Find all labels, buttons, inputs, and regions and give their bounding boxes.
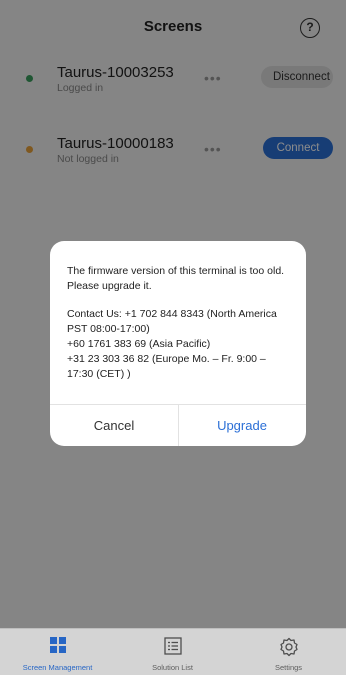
contact-line: PST 08:00-17:00)	[67, 323, 150, 335]
contact-line: +60 1761 383 69 (Asia Pacific)	[67, 338, 211, 350]
dialog-message: The firmware version of this terminal is…	[67, 265, 285, 292]
contact-line: +31 23 303 36 82 (Europe Mo. – Fr. 9:00 …	[67, 353, 266, 365]
firmware-upgrade-dialog: The firmware version of this terminal is…	[50, 241, 306, 446]
contact-line: Contact Us: +1 702 844 8343 (North Ameri…	[67, 308, 277, 320]
modal-overlay-lower	[0, 628, 346, 675]
cancel-button[interactable]: Cancel	[50, 405, 178, 446]
upgrade-button[interactable]: Upgrade	[178, 405, 306, 446]
contact-line: 17:30 (CET) )	[67, 368, 131, 380]
contact-info: Contact Us: +1 702 844 8343 (North Ameri…	[67, 307, 299, 382]
